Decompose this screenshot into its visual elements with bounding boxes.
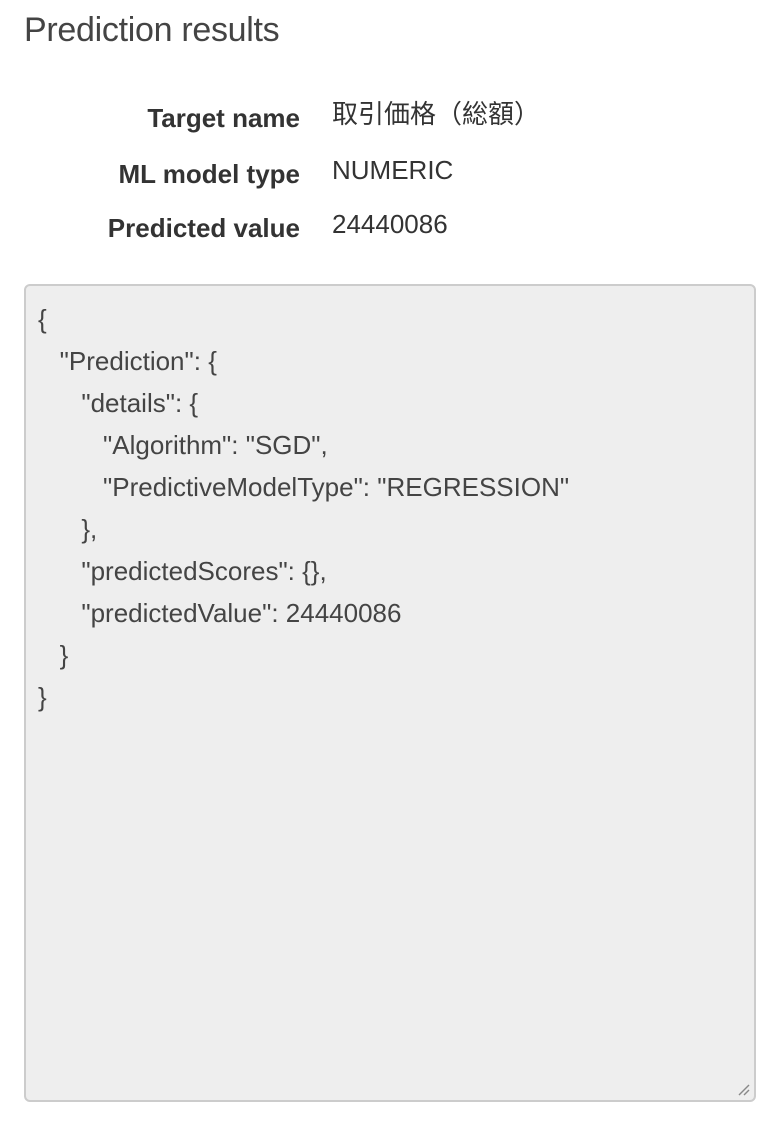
predicted-value-label: Predicted value	[107, 213, 300, 243]
prediction-summary: Target name 取引価格（総額） ML model type NUMER…	[0, 94, 784, 260]
target-name-label: Target name	[147, 103, 300, 133]
page-title: Prediction results	[24, 11, 280, 49]
model-type-label: ML model type	[118, 159, 300, 189]
model-type-row: ML model type NUMERIC	[0, 150, 784, 204]
target-name-value: 取引価格（総額）	[332, 99, 541, 129]
target-name-row: Target name 取引価格（総額）	[0, 94, 784, 150]
predicted-value-row: Predicted value 24440086	[0, 204, 784, 260]
prediction-json-text[interactable]: { "Prediction": { "details": { "Algorith…	[38, 298, 742, 718]
prediction-json-textarea[interactable]: { "Prediction": { "details": { "Algorith…	[24, 284, 756, 1102]
predicted-value-value: 24440086	[332, 209, 448, 239]
model-type-value: NUMERIC	[332, 155, 454, 185]
resize-handle-icon[interactable]	[736, 1082, 750, 1096]
